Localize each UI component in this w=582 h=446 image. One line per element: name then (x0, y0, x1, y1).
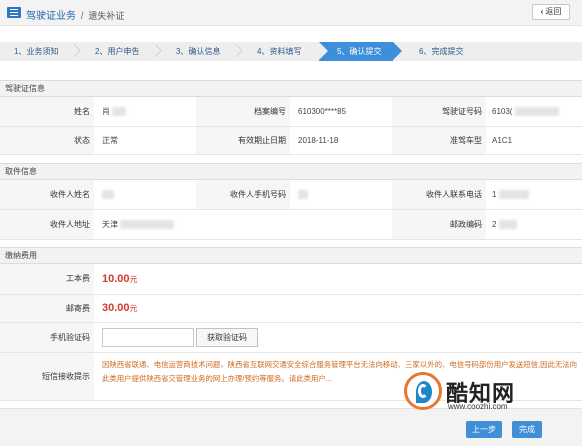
breadcrumb: 驾驶证业务 / 遗失补证 (26, 7, 124, 22)
license-row-1: 姓名 肖 档案编号 610300****85 驾驶证号码 6103( (0, 97, 582, 127)
vehicle-type-value: A1C1 (492, 136, 513, 145)
recipient-phone-label: 收件人手机号码 (196, 180, 290, 209)
recipient-contact-label: 收件人联系电话 (392, 180, 486, 209)
postcode-value: 2 (492, 220, 497, 229)
step-progress-bar: 1、业务须知 2、用户申告 3、确认信息 4、资料填写 5、确认提交 6、完成提… (0, 42, 582, 61)
verification-code-input[interactable] (102, 328, 194, 347)
file-no-label: 档案编号 (196, 97, 290, 126)
expiry-value: 2018-11-18 (298, 136, 339, 145)
breadcrumb-current: 遗失补证 (88, 11, 125, 21)
license-no-value: 6103( (492, 107, 513, 116)
delivery-row-1: 收件人姓名 收件人手机号码 收件人联系电话 1 (0, 180, 582, 210)
expiry-label: 有效期止日期 (196, 127, 290, 154)
section-fee-info: 缴纳费用 (0, 247, 582, 264)
step-arrow-icon (149, 44, 162, 57)
name-value: 肖 (102, 107, 110, 116)
sms-label: 短信接收提示 (0, 353, 94, 400)
page-header: 驾驶证业务 / 遗失补证 ‹ 返回 (0, 0, 582, 26)
section-delivery-info: 取件信息 (0, 163, 582, 180)
step-arrow-icon (230, 44, 243, 57)
page-footer: 上一步 完成 (0, 408, 582, 446)
postage-unit: 元 (129, 304, 138, 313)
fee-row-code: 手机验证码 获取验证码 (0, 323, 582, 353)
watermark-logo-icon (404, 372, 442, 410)
redacted-name (112, 107, 127, 117)
vehicle-type-label: 准驾车型 (392, 127, 486, 154)
postage-value: 30.00 (102, 302, 130, 314)
section-license-info: 驾驶证信息 (0, 80, 582, 97)
redacted-address (120, 220, 175, 230)
step-6: 6、完成提交 (419, 47, 464, 56)
redacted-recipient-name (102, 190, 114, 200)
cost-unit: 元 (129, 275, 138, 284)
back-button[interactable]: ‹ 返回 (532, 4, 570, 20)
delivery-row-2: 收件人地址 天津 邮政编码 2 (0, 210, 582, 240)
step-arrow-icon (68, 44, 81, 57)
fee-row-postage: 邮寄费 30.00元 (0, 295, 582, 323)
step-5-active: 5、确认提交 (319, 42, 403, 61)
recipient-contact-value: 1 (492, 190, 497, 199)
postcode-label: 邮政编码 (392, 210, 486, 239)
finish-button[interactable]: 完成 (512, 421, 542, 438)
redacted-contact (498, 190, 529, 200)
postage-label: 邮寄费 (0, 295, 94, 322)
step-2: 2、用户申告 (95, 47, 140, 56)
cost-value: 10.00 (102, 273, 130, 285)
watermark-url: www.coozhi.com (448, 402, 508, 411)
status-value: 正常 (102, 136, 118, 145)
redacted-license-no (514, 107, 559, 117)
recipient-address-value: 天津 (102, 220, 118, 229)
step-3: 3、确认信息 (176, 47, 221, 56)
previous-step-button[interactable]: 上一步 (466, 421, 502, 438)
license-no-label: 驾驶证号码 (392, 97, 486, 126)
breadcrumb-main[interactable]: 驾驶证业务 (26, 11, 76, 22)
recipient-name-label: 收件人姓名 (0, 180, 94, 209)
fee-row-cost: 工本费 10.00元 (0, 264, 582, 295)
breadcrumb-separator: / (80, 11, 84, 22)
status-label: 状态 (0, 127, 94, 154)
step-4: 4、资料填写 (257, 47, 302, 56)
name-label: 姓名 (0, 97, 94, 126)
redacted-postcode (498, 220, 517, 230)
cost-label: 工本费 (0, 264, 94, 294)
file-no-value: 610300****85 (298, 107, 347, 116)
menu-list-icon (7, 7, 21, 18)
step-1: 1、业务须知 (14, 47, 59, 56)
get-code-button[interactable]: 获取验证码 (196, 328, 258, 347)
recipient-address-label: 收件人地址 (0, 210, 94, 239)
license-row-2: 状态 正常 有效期止日期 2018-11-18 准驾车型 A1C1 (0, 127, 582, 155)
redacted-recipient-phone (298, 190, 308, 200)
code-label: 手机验证码 (0, 323, 94, 352)
chevron-left-icon: ‹ (540, 7, 544, 16)
